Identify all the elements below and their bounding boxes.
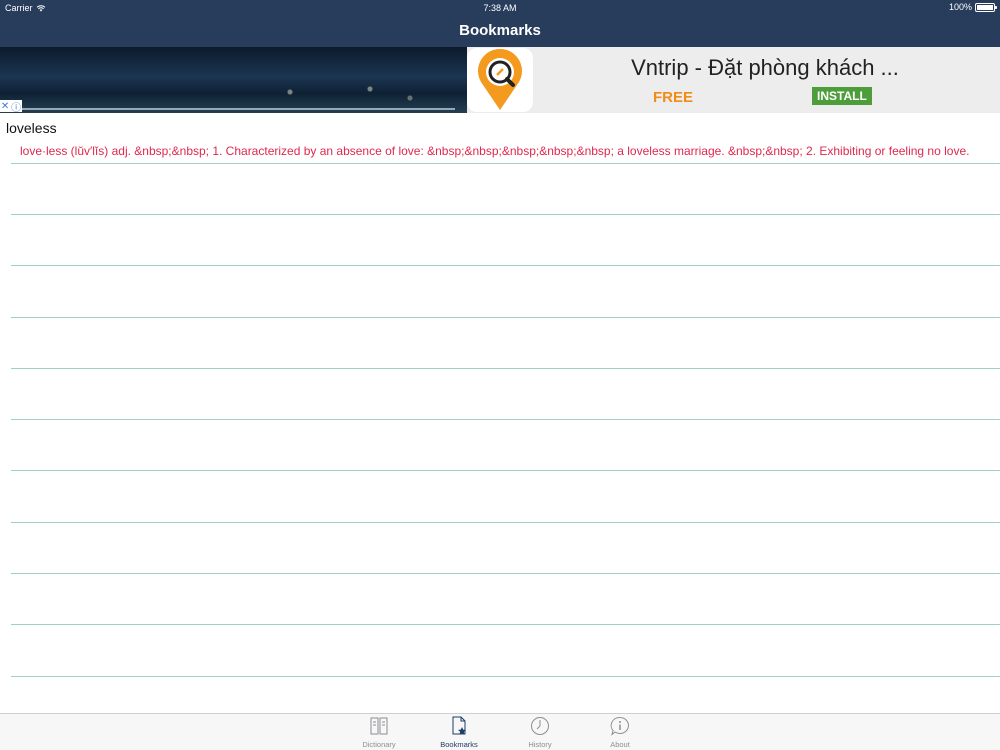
row-separator bbox=[11, 317, 1000, 318]
tab-bar: Dictionary Bookmarks History About bbox=[0, 713, 1000, 750]
tab-label: Bookmarks bbox=[440, 740, 478, 749]
status-bar: Carrier 7:38 AM 100% bbox=[0, 0, 1000, 15]
info-icon[interactable]: ⓘ bbox=[11, 99, 21, 114]
about-icon bbox=[610, 716, 629, 736]
ad-price-label: FREE bbox=[653, 89, 694, 106]
row-separator bbox=[11, 676, 1000, 677]
status-time: 7:38 AM bbox=[483, 3, 517, 13]
history-icon bbox=[531, 717, 549, 735]
battery-percent: 100% bbox=[948, 2, 972, 12]
bookmarks-icon bbox=[452, 716, 466, 735]
battery-indicator: 100% bbox=[948, 2, 997, 12]
row-separator bbox=[11, 368, 1000, 369]
tab-label: About bbox=[610, 740, 630, 749]
ad-install-button[interactable]: INSTALL bbox=[812, 87, 872, 105]
battery-icon bbox=[975, 2, 997, 12]
ad-image[interactable] bbox=[0, 47, 467, 113]
tab-about[interactable]: About bbox=[580, 716, 660, 749]
ad-app-logo[interactable] bbox=[467, 48, 533, 112]
row-separator bbox=[11, 419, 1000, 420]
row-separator bbox=[11, 573, 1000, 574]
tab-label: History bbox=[528, 740, 552, 749]
row-separator bbox=[11, 265, 1000, 266]
tab-history[interactable]: History bbox=[500, 716, 580, 749]
row-separator bbox=[11, 522, 1000, 523]
tab-dictionary[interactable]: Dictionary bbox=[339, 716, 419, 749]
ad-banner[interactable]: ✕ ⓘ Vntrip - Đặt phòng khách ... FREE IN… bbox=[0, 47, 1000, 113]
dictionary-icon bbox=[370, 717, 388, 735]
row-separator bbox=[11, 470, 1000, 471]
close-icon[interactable]: ✕ bbox=[1, 101, 9, 112]
location-pin-icon bbox=[478, 48, 522, 110]
row-separator bbox=[11, 163, 1000, 164]
page-title: Bookmarks bbox=[459, 22, 541, 39]
bookmark-word: loveless bbox=[6, 120, 57, 136]
navigation-bar: Carrier 7:38 AM 100% Bookmarks bbox=[0, 0, 1000, 47]
row-separator bbox=[11, 624, 1000, 625]
list-item[interactable]: loveless love·less (lŭv′lĭs) adj. &nbsp;… bbox=[0, 113, 1000, 164]
tab-label: Dictionary bbox=[362, 740, 396, 749]
bookmark-list[interactable]: loveless love·less (lŭv′lĭs) adj. &nbsp;… bbox=[0, 113, 1000, 713]
ad-headline[interactable]: Vntrip - Đặt phòng khách ... bbox=[540, 55, 990, 81]
ad-close-button[interactable]: ✕ ⓘ bbox=[0, 99, 22, 114]
row-separator bbox=[11, 214, 1000, 215]
tab-bookmarks[interactable]: Bookmarks bbox=[419, 716, 499, 749]
bookmark-definition: love·less (lŭv′lĭs) adj. &nbsp;&nbsp; 1.… bbox=[20, 144, 970, 158]
